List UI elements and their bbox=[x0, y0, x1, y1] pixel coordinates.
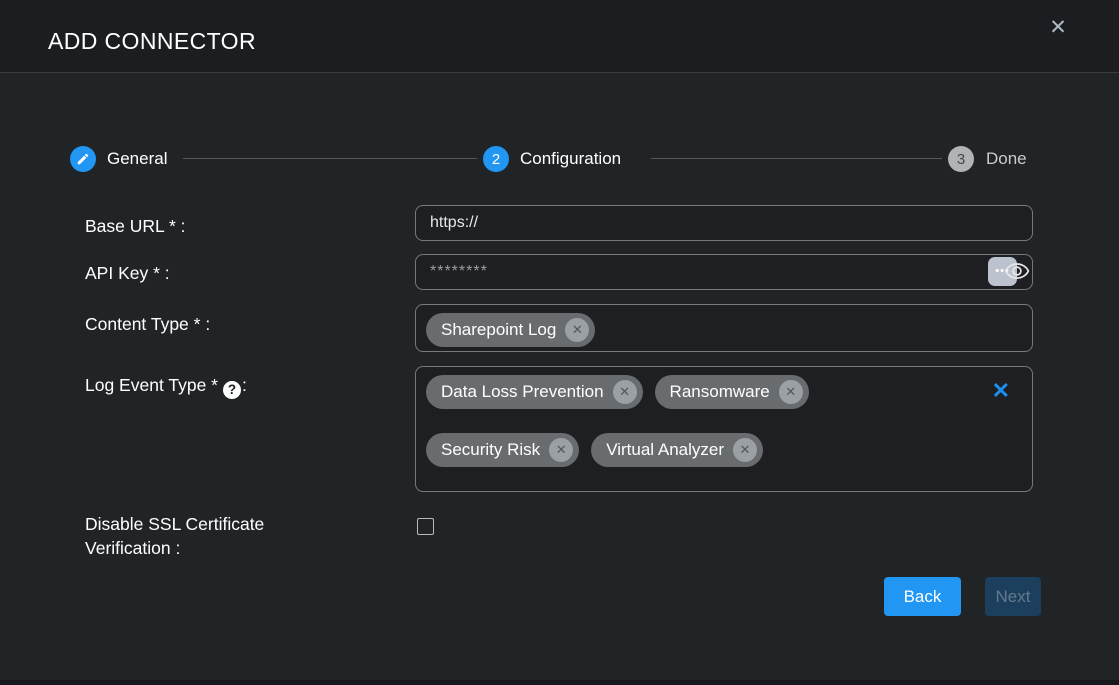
step-done-circle[interactable]: 3 bbox=[948, 146, 974, 172]
close-icon[interactable]: ✕ bbox=[1045, 14, 1071, 40]
api-key-input[interactable] bbox=[415, 254, 1033, 290]
password-reveal-widget[interactable]: ••• bbox=[988, 257, 1032, 286]
step-configuration-circle[interactable]: 2 bbox=[483, 146, 509, 172]
chip-ransomware[interactable]: Ransomware ✕ bbox=[655, 375, 809, 409]
log-event-type-field[interactable]: Data Loss Prevention ✕ Ransomware ✕ Secu… bbox=[415, 366, 1033, 492]
chip-remove-icon[interactable]: ✕ bbox=[613, 380, 637, 404]
chip-label: Ransomware bbox=[670, 382, 770, 402]
step-general-label: General bbox=[107, 149, 167, 169]
chip-remove-icon[interactable]: ✕ bbox=[549, 438, 573, 462]
base-url-label: Base URL * : bbox=[85, 216, 186, 237]
step-general-circle[interactable] bbox=[70, 146, 96, 172]
step-done-label: Done bbox=[986, 149, 1027, 169]
pencil-icon bbox=[76, 152, 90, 166]
ssl-verification-checkbox[interactable] bbox=[417, 518, 434, 535]
chip-label: Virtual Analyzer bbox=[606, 440, 724, 460]
chip-security-risk[interactable]: Security Risk ✕ bbox=[426, 433, 579, 467]
chip-remove-icon[interactable]: ✕ bbox=[565, 318, 589, 342]
help-icon[interactable]: ? bbox=[223, 381, 241, 399]
step-configuration-label: Configuration bbox=[520, 149, 621, 169]
chip-label: Sharepoint Log bbox=[441, 320, 556, 340]
chip-data-loss-prevention[interactable]: Data Loss Prevention ✕ bbox=[426, 375, 643, 409]
reveal-password-eye-icon[interactable] bbox=[1004, 260, 1030, 282]
chip-sharepoint-log[interactable]: Sharepoint Log ✕ bbox=[426, 313, 595, 347]
chip-label: Data Loss Prevention bbox=[441, 382, 604, 402]
chip-remove-icon[interactable]: ✕ bbox=[733, 438, 757, 462]
content-type-field[interactable]: Sharepoint Log ✕ bbox=[415, 304, 1033, 352]
add-connector-dialog: ADD CONNECTOR ✕ General 2 Configuration … bbox=[0, 0, 1119, 685]
dialog-title: ADD CONNECTOR bbox=[48, 28, 256, 55]
dialog-header: ADD CONNECTOR ✕ bbox=[0, 0, 1119, 73]
chip-remove-icon[interactable]: ✕ bbox=[779, 380, 803, 404]
chip-virtual-analyzer[interactable]: Virtual Analyzer ✕ bbox=[591, 433, 763, 467]
step-connector-line bbox=[651, 158, 942, 159]
base-url-input[interactable] bbox=[415, 205, 1033, 241]
step-connector-line bbox=[183, 158, 477, 159]
log-event-type-label: Log Event Type *?: bbox=[85, 375, 247, 399]
chip-label: Security Risk bbox=[441, 440, 540, 460]
api-key-label: API Key * : bbox=[85, 263, 170, 284]
next-button[interactable]: Next bbox=[985, 577, 1041, 616]
back-button[interactable]: Back bbox=[884, 577, 961, 616]
clear-all-icon[interactable]: ✕ bbox=[992, 380, 1010, 402]
window-bottom-edge bbox=[0, 680, 1119, 685]
ssl-verification-label: Disable SSL Certificate Verification : bbox=[85, 512, 264, 560]
content-type-label: Content Type * : bbox=[85, 314, 210, 335]
